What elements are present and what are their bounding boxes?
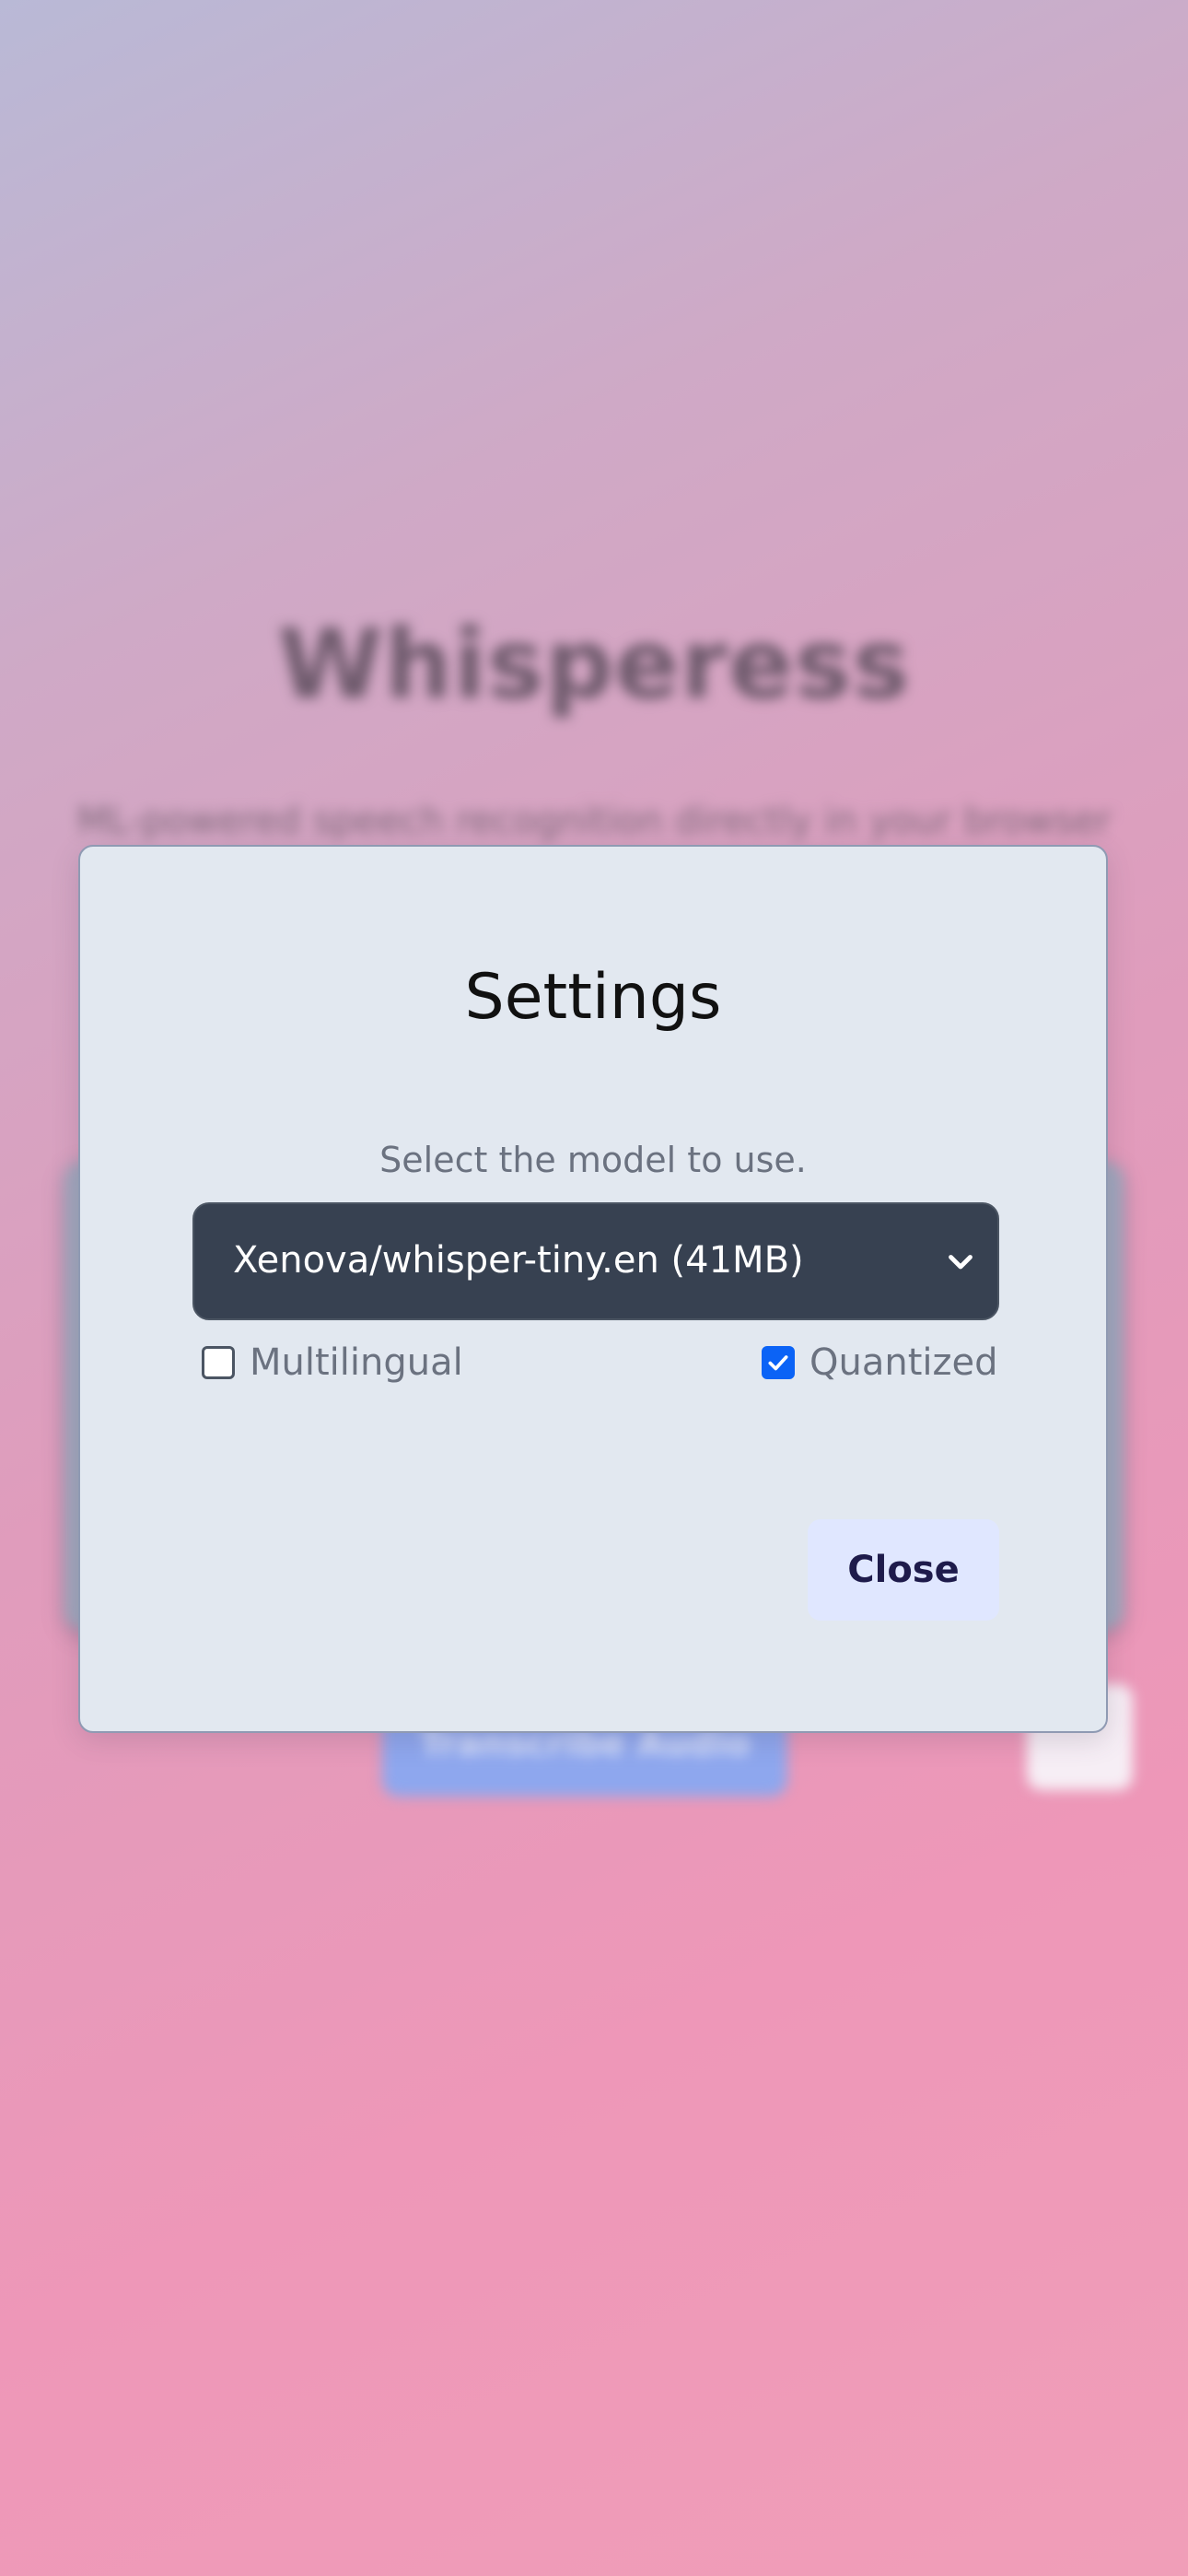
- multilingual-label: Multilingual: [250, 1341, 463, 1384]
- modal-title: Settings: [464, 961, 722, 1034]
- app-subtitle: ML-powered speech recognition directly i…: [76, 800, 1112, 842]
- quantized-label: Quantized: [809, 1341, 998, 1384]
- quantized-checkbox[interactable]: [762, 1346, 795, 1379]
- multilingual-option[interactable]: Multilingual: [202, 1335, 463, 1390]
- settings-modal: Settings Select the model to use. Xenova…: [78, 845, 1108, 1733]
- model-select-value: Xenova/whisper-tiny.en (41MB): [233, 1239, 804, 1282]
- app-title: Whisperess: [277, 608, 911, 720]
- quantized-option[interactable]: Quantized: [762, 1335, 998, 1390]
- chevron-down-icon: [949, 1255, 973, 1270]
- close-button[interactable]: Close: [808, 1519, 999, 1621]
- multilingual-checkbox[interactable]: [202, 1346, 235, 1379]
- model-select[interactable]: Xenova/whisper-tiny.en (41MB): [192, 1202, 999, 1320]
- model-select-description: Select the model to use.: [379, 1140, 807, 1180]
- checkmark-icon: [768, 1355, 788, 1371]
